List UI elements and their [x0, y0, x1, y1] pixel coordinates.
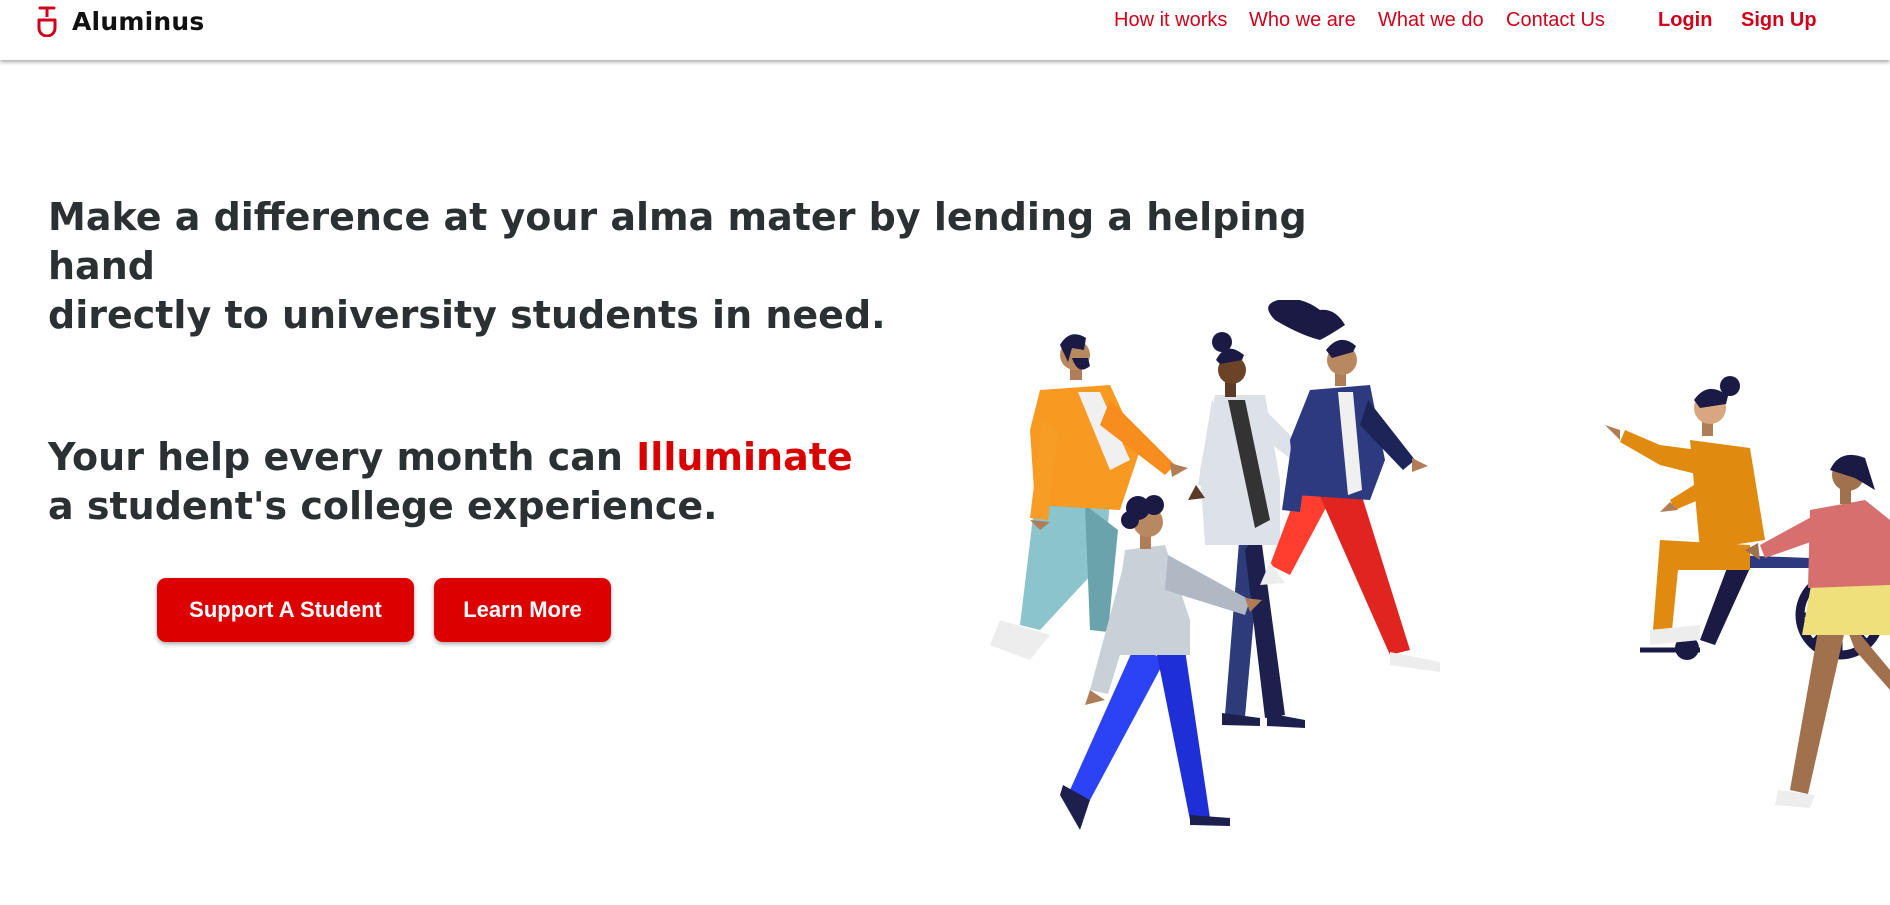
- brand-name: Aluminus: [72, 6, 205, 36]
- hero-subtitle-accent: Illuminate: [636, 435, 853, 479]
- nav-link-contact-us[interactable]: Contact Us: [1506, 8, 1605, 32]
- signup-link[interactable]: Sign Up: [1741, 8, 1817, 32]
- learn-more-button[interactable]: Learn More: [434, 578, 611, 642]
- login-link[interactable]: Login: [1658, 8, 1712, 32]
- person-pink-sweater-figure: [1745, 454, 1890, 808]
- support-a-student-button[interactable]: Support A Student: [157, 578, 414, 642]
- hero-title-line-2: directly to university students in need.: [48, 293, 886, 337]
- logo-icon: [34, 5, 60, 37]
- nav-link-who-we-are[interactable]: Who we are: [1249, 8, 1356, 32]
- brand-home-link[interactable]: Aluminus: [34, 3, 204, 39]
- people-walking-illustration: [990, 300, 1890, 830]
- top-navbar: Aluminus How it works Who we are What we…: [0, 0, 1890, 60]
- nav-link-what-we-do[interactable]: What we do: [1378, 8, 1484, 32]
- hero-subtitle: Your help every month can Illuminate a s…: [48, 433, 868, 531]
- hero-subtitle-lead: Your help every month can: [48, 435, 637, 479]
- hero-title-line-1: Make a difference at your alma mater by …: [48, 195, 1307, 288]
- hero-subtitle-tail: a student's college experience.: [48, 484, 718, 528]
- person-red-pants-figure: [1260, 300, 1440, 672]
- nav-link-how-it-works[interactable]: How it works: [1114, 8, 1227, 32]
